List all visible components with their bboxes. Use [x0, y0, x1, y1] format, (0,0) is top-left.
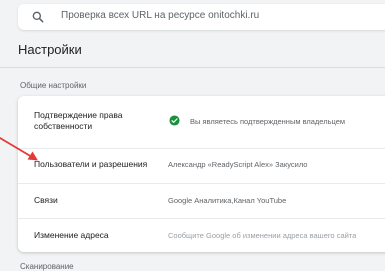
settings-row-associations[interactable]: Связи Google Аналитика,Канал YouTube	[18, 184, 385, 218]
ownership-value: Вы являетесь подтвержденным владельцем	[190, 117, 346, 126]
search-icon	[32, 11, 44, 23]
settings-row-address-change[interactable]: Изменение адреса Сообщите Google об изме…	[18, 219, 385, 252]
section-label-crawling: Сканирование	[20, 262, 74, 271]
associations-label: Связи	[34, 195, 58, 205]
settings-card: Подтверждение права собственности Вы явл…	[18, 96, 385, 252]
search-input[interactable]: Проверка всех URL на ресурсе onitochki.r…	[61, 10, 259, 21]
address-change-label: Изменение адреса	[34, 230, 109, 240]
users-value: Александр «ReadyScript Alex» Закусило	[168, 160, 308, 169]
page-title: Настройки	[18, 42, 82, 57]
settings-row-users[interactable]: Пользователи и разрешения Александр «Rea…	[18, 149, 385, 183]
search-bar[interactable]: Проверка всех URL на ресурсе onitochki.r…	[18, 4, 385, 30]
ownership-label: Подтверждение права собственности	[34, 110, 123, 131]
associations-value: Google Аналитика,Канал YouTube	[168, 196, 287, 205]
users-label: Пользователи и разрешения	[34, 159, 148, 169]
section-label-general: Общие настройки	[20, 81, 87, 90]
check-circle-icon	[169, 115, 180, 126]
settings-row-ownership[interactable]: Подтверждение права собственности Вы явл…	[18, 96, 385, 148]
address-change-value: Сообщите Google об изменении адреса ваше…	[168, 231, 357, 240]
title-divider	[0, 67, 385, 68]
